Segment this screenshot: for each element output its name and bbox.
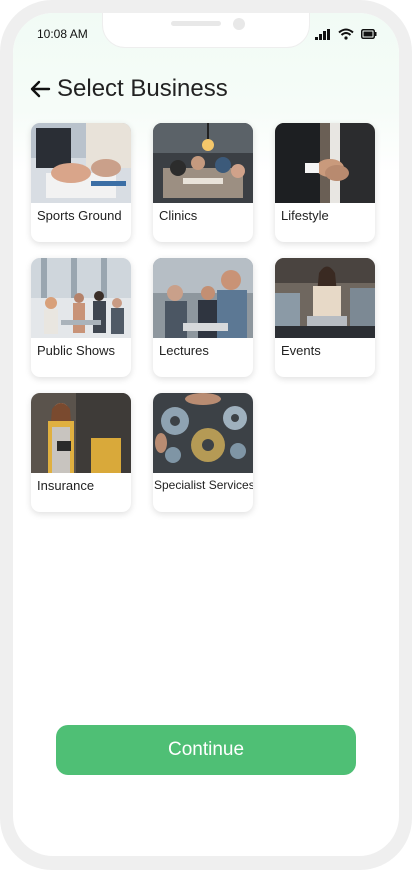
business-card-lectures[interactable]: Lectures xyxy=(153,258,253,377)
business-card-public-shows[interactable]: Public Shows xyxy=(31,258,131,377)
app-screen: 10:08 AM Select Business Sports Ground C… xyxy=(13,13,399,856)
phone-frame: 10:08 AM Select Business Sports Ground C… xyxy=(0,0,412,870)
business-image xyxy=(275,258,375,338)
business-image xyxy=(31,393,131,473)
battery-icon xyxy=(361,29,377,39)
wifi-icon xyxy=(338,28,354,40)
business-image xyxy=(275,123,375,203)
phone-notch xyxy=(103,13,309,47)
business-image xyxy=(153,393,253,473)
status-icons xyxy=(315,28,377,40)
page-title: Select Business xyxy=(57,75,228,102)
front-camera xyxy=(233,18,245,30)
business-label: Specialist Services xyxy=(154,478,253,492)
continue-button[interactable]: Continue xyxy=(56,725,356,775)
business-card-specialist-services[interactable]: Specialist Services xyxy=(153,393,253,512)
speaker xyxy=(171,21,221,26)
business-label: Lectures xyxy=(159,343,209,358)
business-label: Sports Ground xyxy=(37,208,122,223)
business-card-insurance[interactable]: Insurance xyxy=(31,393,131,512)
business-label: Lifestyle xyxy=(281,208,329,223)
business-label: Clinics xyxy=(159,208,198,223)
business-image xyxy=(31,258,131,338)
business-label: Public Shows xyxy=(37,343,116,358)
business-card-clinics[interactable]: Clinics xyxy=(153,123,253,242)
status-time: 10:08 AM xyxy=(37,27,88,41)
business-image xyxy=(31,123,131,203)
back-arrow-icon[interactable] xyxy=(29,78,51,100)
business-label: Insurance xyxy=(37,478,95,493)
business-image xyxy=(153,258,253,338)
signal-icon xyxy=(315,28,330,40)
business-image xyxy=(153,123,253,203)
business-label: Events xyxy=(281,343,321,358)
business-card-sports-ground[interactable]: Sports Ground xyxy=(31,123,131,242)
business-card-lifestyle[interactable]: Lifestyle xyxy=(275,123,375,242)
page-header: Select Business xyxy=(29,75,228,103)
business-card-events[interactable]: Events xyxy=(275,258,375,377)
